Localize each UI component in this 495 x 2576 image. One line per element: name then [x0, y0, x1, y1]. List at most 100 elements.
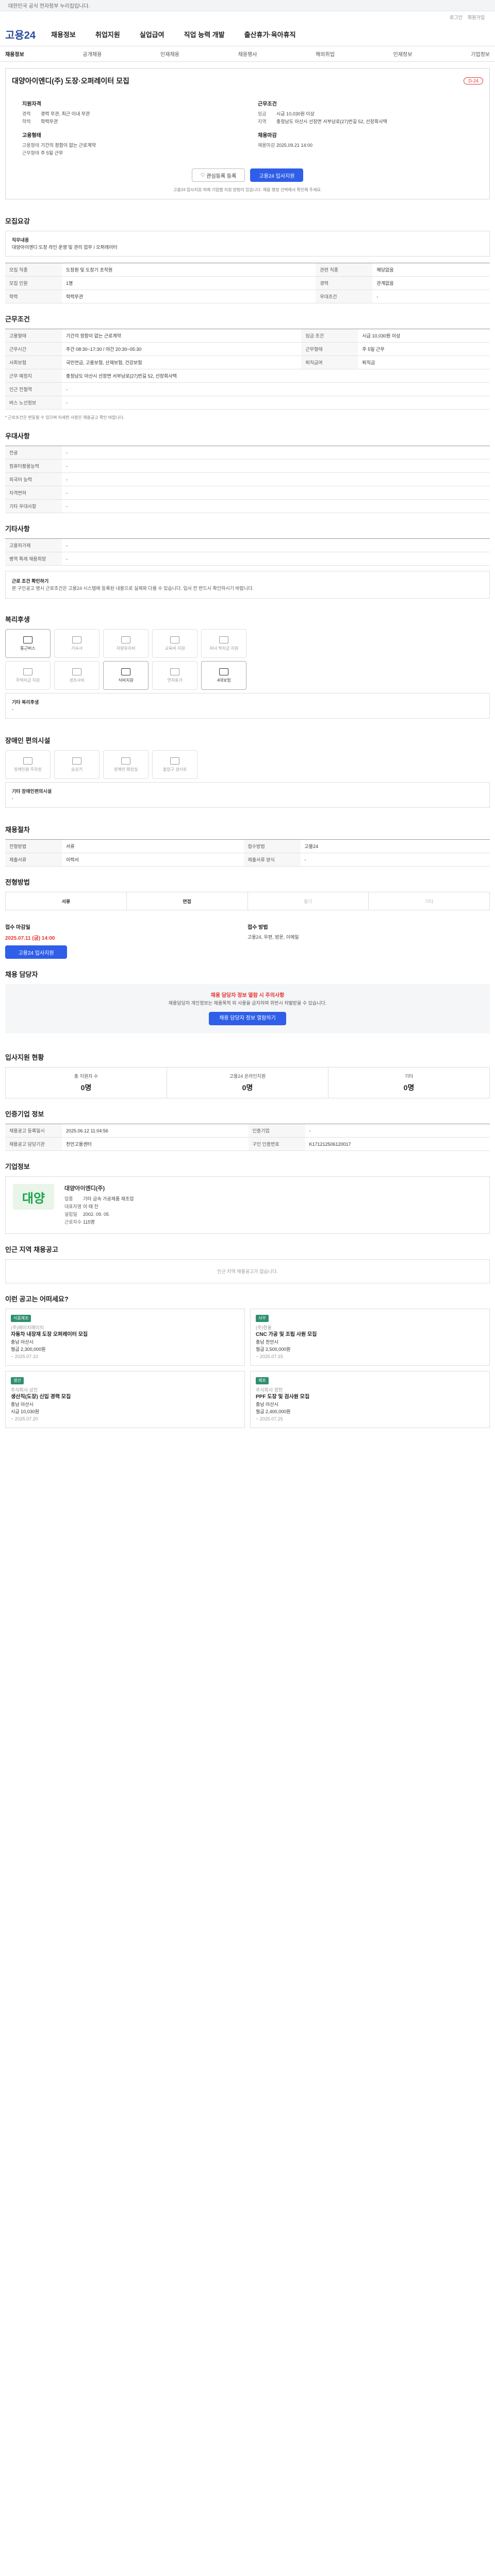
- th: 고용형태: [5, 329, 62, 343]
- kv-label: 임금: [258, 111, 267, 116]
- save-job-label: 관심등록 등록: [206, 173, 237, 179]
- stat-value: 0명: [80, 1083, 92, 1092]
- td: K171212506120017: [305, 1137, 490, 1151]
- td: 국민연금, 고용보험, 산재보험, 건강보험: [62, 355, 302, 369]
- card-title: PPF 도장 및 검사원 모집: [256, 1394, 310, 1400]
- notice-title: 근로 조건 확인하기: [12, 579, 49, 584]
- access-label: 장애인 화장실: [113, 767, 138, 772]
- td: 서류: [62, 839, 244, 853]
- th: 접수방법: [243, 839, 301, 853]
- gov-banner-text: 대한민국 공식 전자정부 누리집입니다.: [8, 4, 90, 9]
- th: 외국어 능력: [5, 472, 62, 486]
- nav-item[interactable]: 채용정보: [51, 29, 76, 39]
- th: 버스 노선정보: [5, 396, 62, 410]
- step-item: 서류: [6, 892, 127, 910]
- th: 우대조건: [316, 290, 373, 303]
- step-item: 기타: [424, 899, 434, 904]
- sub-nav-item[interactable]: 해외취업: [316, 50, 335, 58]
- td: -: [62, 459, 490, 473]
- kv-label: 고용형태: [22, 143, 40, 148]
- job-card[interactable]: 제조 주식회사 정한 PPF 도장 및 검사원 모집 충남 아산시 월급 2,400,0…: [250, 1371, 490, 1428]
- welfare-item: 식비지원: [103, 661, 149, 690]
- sub-nav-item[interactable]: 인재정보: [393, 50, 412, 58]
- card-company: 주식회사 상진: [11, 1387, 38, 1393]
- welfare-item: 차량유지비: [103, 629, 149, 658]
- job-card[interactable]: 생산 주식회사 상진 생산직(도장) 신입 경력 모집 충남 아산시 시급 10,030…: [5, 1371, 245, 1428]
- sub-nav-item[interactable]: 채용행사: [238, 50, 257, 58]
- th: 근무 예정지: [5, 369, 62, 383]
- card-date: ~ 2025.07.10: [11, 1354, 38, 1359]
- sub-nav-item[interactable]: 공개채용: [83, 50, 102, 58]
- td: -: [62, 486, 490, 500]
- sub-nav-item[interactable]: 채용정보: [5, 50, 24, 58]
- card-pay: 월급 2,400,000원: [256, 1409, 291, 1414]
- company-name[interactable]: 대양아이엔디(주): [64, 1184, 482, 1192]
- job-card[interactable]: 사무 (주)한울 CNC 가공 및 조립 사원 모집 충남 천안시 월급 2,500,0…: [250, 1309, 490, 1366]
- apply-stats: 총 지원자 수 0명 고용24 온라인지원 0명 기타 0명: [5, 1067, 490, 1098]
- td: -: [305, 1124, 490, 1138]
- welfare-grid: 통근버스 기숙사 차량유지비 교육비 지원 자녀 학자금 지원 주택자금 지원 …: [5, 629, 490, 693]
- save-job-button[interactable]: ♡ 관심등록 등록: [191, 168, 245, 182]
- td: 퇴직금: [358, 355, 490, 369]
- nav-item[interactable]: 출산휴가·육아휴직: [244, 29, 296, 39]
- kv-label: 지역: [258, 119, 267, 124]
- card-location: 충남 천안시: [256, 1340, 278, 1345]
- td: 2025.06.12 11:04:56: [62, 1124, 249, 1138]
- nav-item[interactable]: 실업급여: [140, 29, 164, 39]
- job-card[interactable]: 식품제조 (주)에이치에이치 자동차 내장재 도장 오퍼레이터 모집 충남 아산시 월급…: [5, 1309, 245, 1366]
- card-company: (주)에이치에이치: [11, 1325, 44, 1330]
- th: 전형방법: [5, 839, 62, 853]
- nav-item[interactable]: 취업지원: [95, 29, 120, 39]
- recruit-section: 모집요강 직무내용 대양아이엔디 도장 라인 운영 및 관리 업무 / 오퍼레이…: [0, 206, 495, 303]
- th: 인증기업: [248, 1124, 305, 1138]
- signup-link[interactable]: 회원가입: [468, 14, 485, 21]
- apply-button[interactable]: 고용24 입사지원: [250, 168, 304, 182]
- nav-item[interactable]: 직업 능력 개발: [184, 29, 225, 39]
- section-title: 기타사항: [5, 525, 30, 533]
- sub-nav-item[interactable]: 인재채용: [160, 50, 179, 58]
- selection-steps: 서류 면접 필기 기타: [5, 892, 490, 910]
- section-title: 모집요강: [5, 217, 30, 225]
- kv-value: 충청남도 아산시 선장면 서부남로(27)번길 52, 선장회사택: [276, 119, 387, 124]
- house-icon: [23, 668, 32, 675]
- th: 근무형태: [301, 342, 358, 356]
- welfare-label: 교육비 지원: [164, 646, 185, 651]
- kv-label: 업종: [64, 1196, 73, 1201]
- car-icon: [121, 636, 131, 643]
- access-item: 장애인 화장실: [103, 750, 149, 779]
- access-grid: 장애인용 주차장 승강기 장애인 화장실 출입구 경사로: [5, 750, 490, 782]
- card-date: ~ 2025.07.15: [256, 1354, 283, 1359]
- th: 자격면허: [5, 486, 62, 500]
- kv-label: 근로자수: [64, 1219, 82, 1225]
- td: 학력무관: [62, 290, 316, 303]
- sub-nav-item[interactable]: 기업정보: [471, 50, 490, 58]
- kv-label: 대표자명: [64, 1204, 82, 1209]
- card-date: ~ 2025.07.25: [256, 1416, 283, 1421]
- stat-item: 총 지원자 수 0명: [6, 1067, 167, 1098]
- kv-value: 이 태 진: [83, 1204, 98, 1209]
- dday-badge: D-24: [464, 77, 483, 84]
- card-pay: 월급 2,500,000원: [256, 1347, 291, 1352]
- school-icon: [219, 636, 229, 643]
- th: 임금 조건: [301, 329, 358, 343]
- apply-button-2[interactable]: 고용24 입사지원: [5, 945, 67, 959]
- preference-table: 전공 - 컴퓨터활용능력 - 외국어 능력 - 자격면허 - 기타 우대사항 -: [5, 446, 490, 513]
- card-pay: 시급 10,030원: [11, 1409, 39, 1414]
- access-section: 장애인 편의시설 장애인용 주차장 승강기 장애인 화장실 출입구 경사로 기타…: [0, 725, 495, 808]
- access-item: 승강기: [54, 750, 100, 779]
- company-section: 기업정보 대양 대양아이엔디(주) 업종 기타 금속 가공제품 제조업 대표자명 이…: [0, 1151, 495, 1234]
- card-location: 충남 아산시: [11, 1402, 34, 1407]
- kv-value: 기간의 정함이 없는 근로계약: [41, 143, 96, 148]
- th: 학력: [5, 290, 62, 303]
- book-icon: [170, 636, 180, 643]
- site-logo[interactable]: 고용24: [5, 27, 36, 42]
- login-link[interactable]: 로그인: [450, 14, 463, 21]
- welfare-item: 통근버스: [5, 629, 51, 658]
- section-title: 복리후생: [5, 616, 30, 623]
- preference-section: 우대사항 전공 - 컴퓨터활용능력 - 외국어 능력 - 자격면허 - 기타 우대사항 -: [0, 420, 495, 513]
- welfare-label: 4대보험: [217, 677, 231, 683]
- section-title: 우대사항: [5, 432, 30, 440]
- th: 병역 특례 채용희망: [5, 552, 62, 566]
- th: 채용공고 등록일시: [5, 1124, 62, 1138]
- view-manager-button[interactable]: 채용 담당자 정보 열람하기: [209, 1012, 286, 1025]
